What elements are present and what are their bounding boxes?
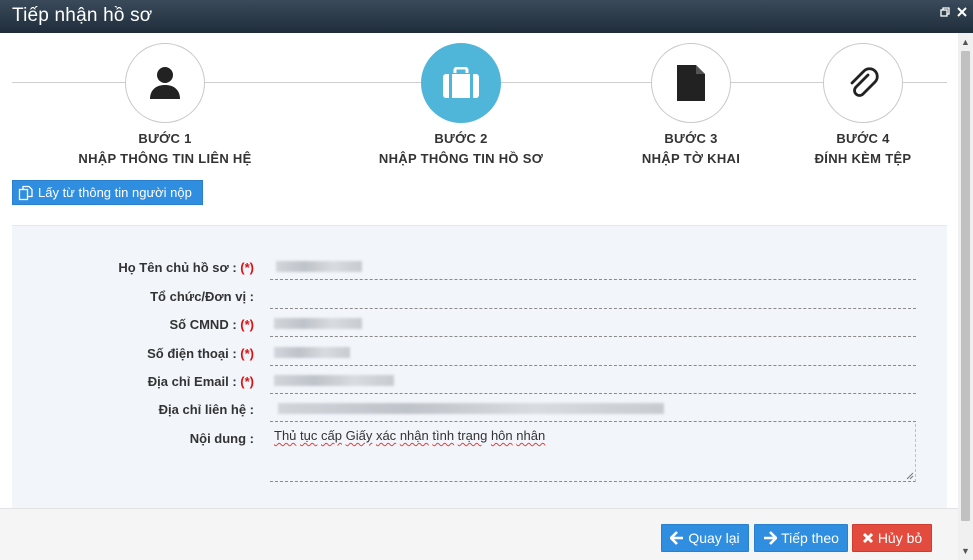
organization-label: Tổ chức/Đơn vị : — [150, 289, 254, 304]
back-label: Quay lại — [688, 530, 740, 546]
content-label: Nội dung : — [189, 431, 254, 446]
step-1[interactable]: BƯỚC 1 NHẬP THÔNG TIN LIÊN HỆ — [45, 43, 285, 166]
address-label: Địa chỉ liên hệ : — [158, 402, 254, 417]
times-icon — [862, 532, 873, 544]
step-1-number: BƯỚC 1 — [138, 131, 192, 146]
content-textarea[interactable]: Thủ tục cấp Giấy xác nhận tình trạng hôn… — [270, 424, 916, 482]
dialog-footer: Quay lại Tiếp theo Hủy bỏ — [0, 508, 958, 560]
step-2-number: BƯỚC 2 — [434, 131, 488, 146]
fill-from-submitter-button[interactable]: Lấy từ thông tin người nộp — [12, 180, 203, 205]
organization-input[interactable] — [270, 283, 916, 309]
form-row-organization: Tổ chức/Đơn vị : — [12, 283, 947, 311]
briefcase-icon — [443, 67, 479, 98]
form-row-email: Địa chỉ Email : (*) — [12, 368, 947, 396]
dialog-content: BƯỚC 1 NHẬP THÔNG TIN LIÊN HỆ BƯỚC 2 NHẬ… — [0, 33, 958, 508]
back-button[interactable]: Quay lại — [661, 524, 749, 552]
phone-label: Số điện thoại : — [147, 346, 237, 361]
next-label: Tiếp theo — [781, 530, 839, 546]
arrow-left-icon — [670, 531, 684, 545]
step-1-circle — [125, 43, 205, 123]
form-row-id-number: Số CMND : (*) — [12, 311, 947, 339]
content-text: Thủ tục cấp Giấy xác nhận tình trạng hôn… — [274, 428, 546, 443]
copy-icon — [18, 185, 33, 200]
document-icon — [677, 65, 705, 101]
phone-input[interactable] — [270, 340, 916, 366]
step-2-name: NHẬP THÔNG TIN HỒ SƠ — [378, 151, 544, 166]
step-4-name: ĐÍNH KÈM TỆP — [814, 151, 912, 166]
email-input[interactable] — [270, 368, 916, 394]
form-row-owner-name: Họ Tên chủ hồ sơ : (*) — [12, 254, 947, 282]
paperclip-icon — [850, 67, 879, 97]
step-4-number: BƯỚC 4 — [836, 131, 890, 146]
arrow-right-icon — [764, 531, 778, 545]
form-row-address: Địa chỉ liên hệ : — [12, 396, 947, 424]
required-mark: (*) — [240, 317, 254, 332]
address-input[interactable] — [270, 396, 916, 422]
required-mark: (*) — [240, 346, 254, 361]
owner-name-input[interactable] — [270, 254, 916, 280]
step-2-circle — [421, 43, 501, 123]
email-label: Địa chỉ Email : — [147, 374, 237, 389]
applicant-form: Họ Tên chủ hồ sơ : (*) Tổ chức/Đơn vị : … — [12, 225, 947, 508]
id-number-label: Số CMND : — [169, 317, 237, 332]
scroll-up-icon[interactable]: ▲ — [961, 37, 970, 47]
restore-icon[interactable] — [940, 6, 950, 20]
scroll-down-icon[interactable]: ▼ — [961, 546, 970, 556]
vertical-scrollbar[interactable]: ▲ ▼ — [958, 33, 973, 560]
resize-handle-icon[interactable] — [906, 472, 914, 480]
fill-from-submitter-label: Lấy từ thông tin người nộp — [38, 185, 192, 200]
step-1-name: NHẬP THÔNG TIN LIÊN HỆ — [78, 151, 252, 166]
step-4-circle — [823, 43, 903, 123]
step-3-circle — [651, 43, 731, 123]
owner-name-label: Họ Tên chủ hồ sơ : — [118, 260, 237, 275]
step-4[interactable]: BƯỚC 4 ĐÍNH KÈM TỆP — [743, 43, 958, 166]
required-mark: (*) — [240, 260, 254, 275]
id-number-input[interactable] — [270, 311, 916, 337]
user-icon — [150, 67, 180, 99]
dialog-window: Tiếp nhận hồ sơ BƯỚC 1 NHẬP THÔNG TIN LI… — [0, 0, 973, 560]
required-mark: (*) — [240, 374, 254, 389]
title-bar: Tiếp nhận hồ sơ — [0, 0, 973, 33]
form-row-phone: Số điện thoại : (*) — [12, 340, 947, 368]
cancel-button[interactable]: Hủy bỏ — [852, 524, 932, 552]
window-title: Tiếp nhận hồ sơ — [12, 5, 153, 26]
wizard-steps: BƯỚC 1 NHẬP THÔNG TIN LIÊN HỆ BƯỚC 2 NHẬ… — [0, 33, 958, 183]
scrollbar-thumb[interactable] — [961, 51, 970, 521]
step-2[interactable]: BƯỚC 2 NHẬP THÔNG TIN HỒ SƠ — [341, 43, 581, 166]
cancel-label: Hủy bỏ — [877, 530, 923, 546]
next-button[interactable]: Tiếp theo — [754, 524, 848, 552]
close-icon[interactable] — [957, 6, 967, 20]
